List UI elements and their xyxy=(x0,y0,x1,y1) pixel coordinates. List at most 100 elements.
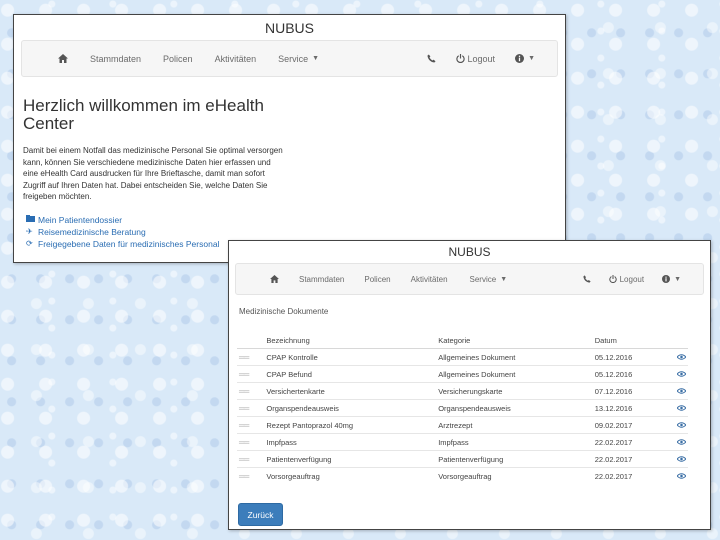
document-category: Versicherungskarte xyxy=(436,382,593,400)
document-date: 22.02.2017 xyxy=(592,450,675,468)
drag-handle-icon[interactable]: ══ xyxy=(237,348,265,366)
eye-icon[interactable] xyxy=(675,433,688,451)
eye-icon[interactable] xyxy=(675,382,688,400)
document-date: 07.12.2016 xyxy=(592,382,675,400)
document-name: Patientenverfügung xyxy=(264,450,437,468)
table-row[interactable]: ══ Patientenverfügung Patientenverfügung 22… xyxy=(237,450,688,468)
link-label: Freigegebene Daten für medizinisches Per… xyxy=(38,238,220,249)
document-category: Allgemeines Dokument xyxy=(436,365,593,383)
table-row[interactable]: ══ Organspendeausweis Organspendeausweis 13… xyxy=(237,399,688,417)
documents-window: NUBUS Stammdaten Policen Aktivitäten Ser… xyxy=(228,240,711,530)
plane-icon: ✈ xyxy=(26,226,33,236)
info-menu[interactable]: ▼ xyxy=(662,275,681,283)
table-row[interactable]: ══ CPAP Kontrolle Allgemeines Dokument 05.1… xyxy=(237,348,688,366)
eye-icon[interactable] xyxy=(675,450,688,468)
caret-down-icon: ▼ xyxy=(528,55,535,62)
caret-down-icon: ▼ xyxy=(500,275,508,283)
document-category: Organspendeausweis xyxy=(436,399,593,417)
nav-policen[interactable]: Policen xyxy=(163,54,193,64)
document-name: Impfpass xyxy=(264,433,437,451)
nav-stammdaten[interactable]: Stammdaten xyxy=(90,54,141,64)
document-name: Vorsorgeauftrag xyxy=(264,467,437,484)
nav-policen[interactable]: Policen xyxy=(364,275,390,284)
drag-handle-icon[interactable]: ══ xyxy=(237,467,265,484)
table-row[interactable]: ══ CPAP Befund Allgemeines Dokument 05.12.2… xyxy=(237,365,688,383)
logout-button[interactable]: Logout xyxy=(608,274,645,284)
eye-icon[interactable] xyxy=(675,467,688,484)
document-category: Vorsorgeauftrag xyxy=(436,467,593,484)
power-icon xyxy=(455,54,465,63)
document-category: Allgemeines Dokument xyxy=(436,348,593,366)
eye-icon[interactable] xyxy=(675,365,688,383)
document-name: CPAP Kontrolle xyxy=(264,348,437,366)
eye-icon[interactable] xyxy=(675,348,688,366)
nav-service-label: Service xyxy=(469,274,497,284)
table-row[interactable]: ══ Rezept Pantoprazol 40mg Arztrezept 09.02… xyxy=(237,416,688,434)
phone-icon[interactable] xyxy=(426,54,436,63)
documents-table: Bezeichnung Kategorie Datum ══ CPAP Kontr… xyxy=(237,333,688,484)
column-header-datum[interactable]: Datum xyxy=(592,333,675,349)
eye-icon[interactable] xyxy=(675,399,688,417)
table-row[interactable]: ══ Vorsorgeauftrag Vorsorgeauftrag 22.02.20… xyxy=(237,467,688,484)
main-navbar: Stammdaten Policen Aktivitäten Service ▼… xyxy=(21,40,558,77)
document-date: 13.12.2016 xyxy=(592,399,675,417)
brand-title: NUBUS xyxy=(448,245,491,259)
document-name: Organspendeausweis xyxy=(264,399,437,417)
document-name: Versichertenkarte xyxy=(264,382,437,400)
column-header-drag xyxy=(237,333,265,349)
link-patientendossier[interactable]: Mein Patientendossier xyxy=(26,214,565,226)
phone-icon[interactable] xyxy=(582,275,591,283)
document-name: CPAP Befund xyxy=(264,365,437,383)
drag-handle-icon[interactable]: ══ xyxy=(237,433,265,451)
link-reisemedizin[interactable]: ✈ Reisemedizinische Beratung xyxy=(26,226,565,238)
refresh-icon: ⟳ xyxy=(26,238,33,248)
drag-handle-icon[interactable]: ══ xyxy=(237,416,265,434)
document-date: 09.02.2017 xyxy=(592,416,675,434)
document-date: 22.02.2017 xyxy=(592,433,675,451)
logout-label: Logout xyxy=(467,53,496,64)
drag-handle-icon[interactable]: ══ xyxy=(237,382,265,400)
welcome-window: NUBUS Stammdaten Policen Aktivitäten Ser… xyxy=(13,14,566,263)
drag-handle-icon[interactable]: ══ xyxy=(237,399,265,417)
table-row[interactable]: ══ Impfpass Impfpass 22.02.2017 xyxy=(237,433,688,451)
logout-button[interactable]: Logout xyxy=(455,53,496,64)
back-button[interactable]: Zurück xyxy=(238,503,283,526)
power-icon xyxy=(608,275,617,283)
info-icon xyxy=(515,54,525,63)
nav-aktivitaeten[interactable]: Aktivitäten xyxy=(215,54,257,64)
document-category: Patientenverfügung xyxy=(436,450,593,468)
caret-down-icon: ▼ xyxy=(674,275,681,283)
table-row[interactable]: ══ Versichertenkarte Versicherungskarte 07.… xyxy=(237,382,688,400)
caret-down-icon: ▼ xyxy=(312,55,320,62)
info-icon xyxy=(662,275,671,283)
logout-label: Logout xyxy=(619,274,645,284)
table-header-row: Bezeichnung Kategorie Datum xyxy=(237,333,688,349)
drag-handle-icon[interactable]: ══ xyxy=(237,450,265,468)
intro-text: Damit bei einem Notfall das medizinische… xyxy=(23,146,283,201)
nav-service-label: Service xyxy=(278,53,309,64)
eye-icon[interactable] xyxy=(675,416,688,434)
column-header-kategorie[interactable]: Kategorie xyxy=(436,333,593,349)
document-date: 22.02.2017 xyxy=(592,467,675,484)
link-label: Reisemedizinische Beratung xyxy=(38,226,146,237)
info-menu[interactable]: ▼ xyxy=(515,54,535,63)
document-category: Arztrezept xyxy=(436,416,593,434)
document-date: 05.12.2016 xyxy=(592,365,675,383)
nav-service-dropdown[interactable]: Service ▼ xyxy=(278,54,319,64)
link-label: Mein Patientendossier xyxy=(38,214,123,225)
home-icon[interactable] xyxy=(52,54,74,63)
page-title: Herzlich willkommen im eHealth Center xyxy=(23,96,264,133)
nav-aktivitaeten[interactable]: Aktivitäten xyxy=(411,275,448,284)
document-category: Impfpass xyxy=(436,433,593,451)
folder-icon xyxy=(26,214,38,226)
section-title: Medizinische Dokumente xyxy=(239,307,329,316)
main-navbar: Stammdaten Policen Aktivitäten Service ▼… xyxy=(235,263,704,295)
document-date: 05.12.2016 xyxy=(592,348,675,366)
nav-service-dropdown[interactable]: Service ▼ xyxy=(470,275,508,284)
brand-title: NUBUS xyxy=(264,20,314,36)
home-icon[interactable] xyxy=(263,275,285,283)
nav-stammdaten[interactable]: Stammdaten xyxy=(299,275,344,284)
document-name: Rezept Pantoprazol 40mg xyxy=(264,416,437,434)
column-header-bezeichnung[interactable]: Bezeichnung xyxy=(264,333,437,349)
drag-handle-icon[interactable]: ══ xyxy=(237,365,265,383)
